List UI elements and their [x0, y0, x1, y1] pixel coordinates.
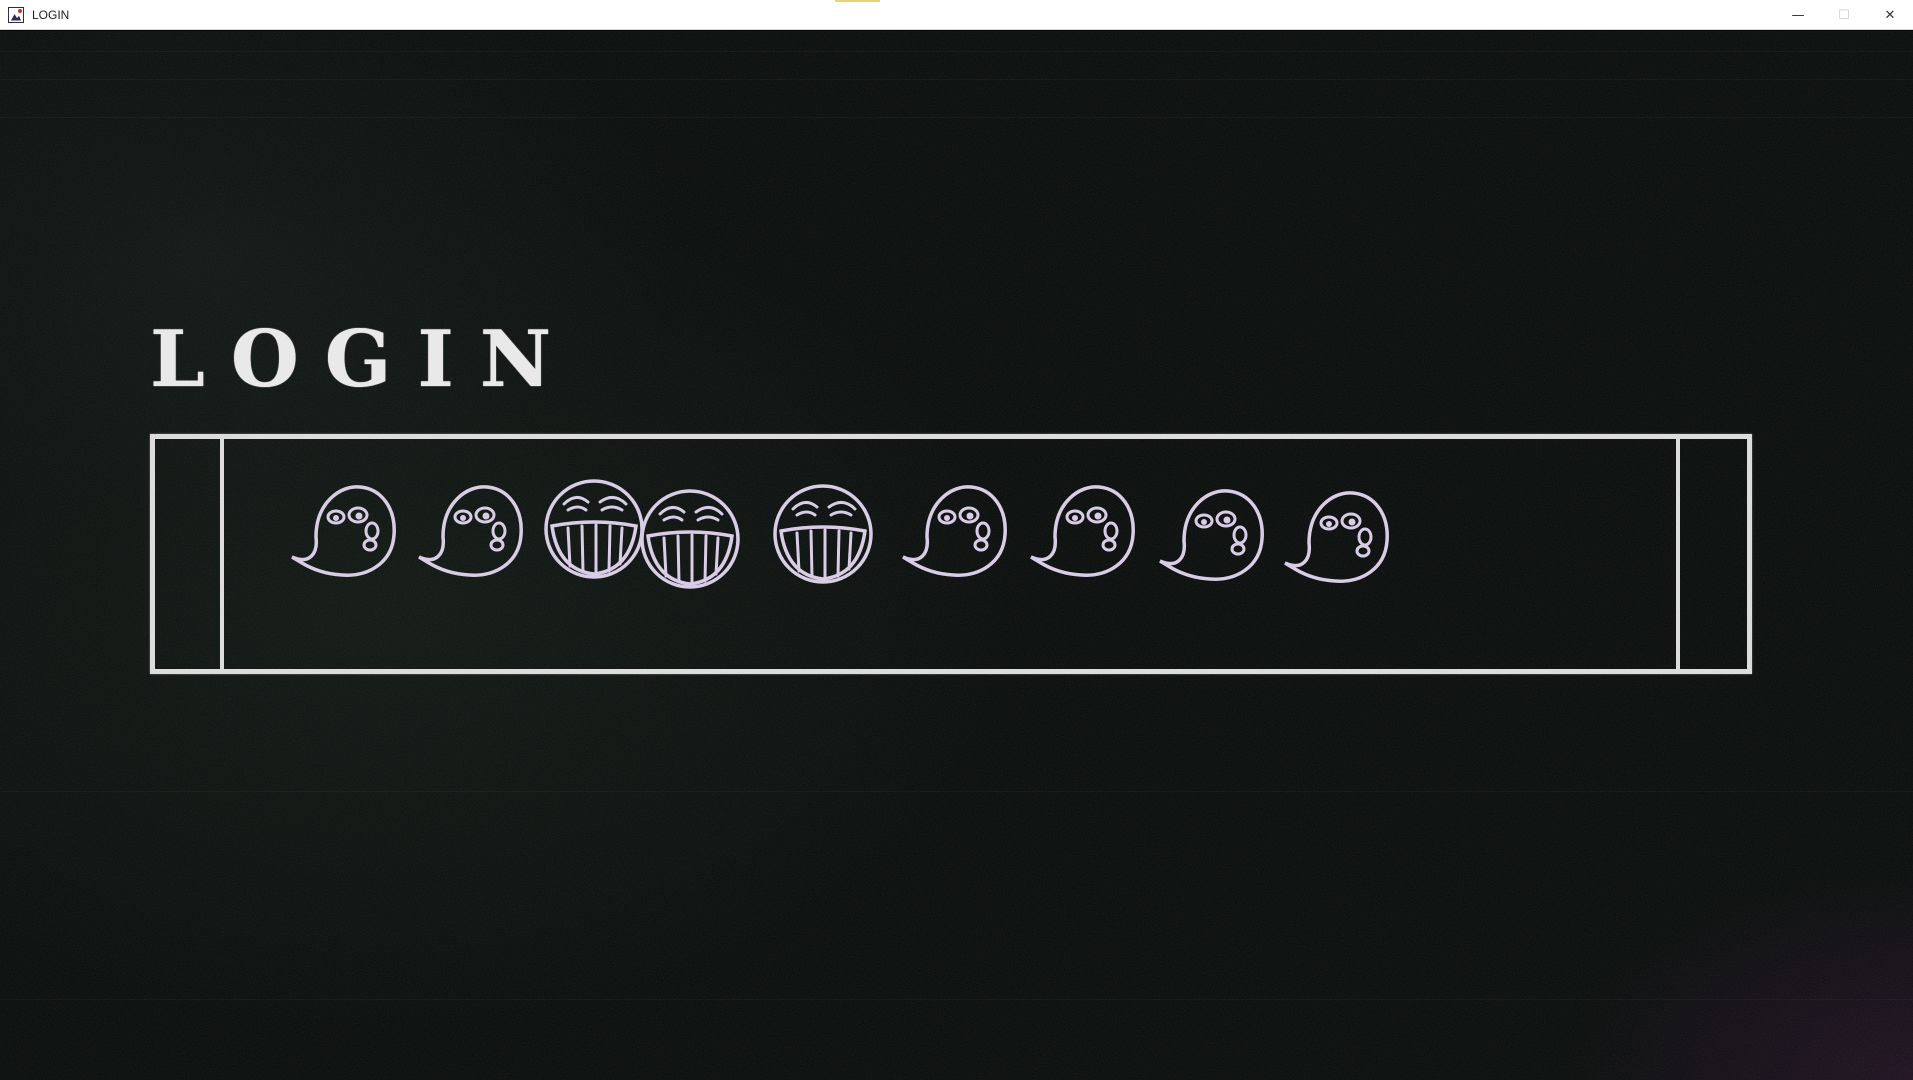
grin-face-icon — [773, 484, 873, 584]
password-input[interactable] — [150, 434, 1752, 674]
input-right-divider — [1676, 439, 1680, 669]
scanline — [0, 117, 1913, 118]
close-button[interactable]: ✕ — [1867, 0, 1913, 30]
input-left-divider — [220, 439, 224, 669]
ghost-face-icon — [291, 485, 396, 577]
ghost-face-icon — [1030, 485, 1135, 577]
grin-face-icon — [640, 489, 740, 589]
minimize-button[interactable]: — — [1775, 0, 1821, 30]
window-title: LOGIN — [32, 7, 70, 22]
title-accent-line — [835, 0, 880, 2]
ghost-face-icon — [418, 485, 523, 577]
scanline — [0, 791, 1913, 792]
window-controls: — ☐ ✕ — [1775, 0, 1913, 30]
maximize-button[interactable]: ☐ — [1821, 0, 1867, 30]
ghost-face-icon — [1159, 489, 1264, 581]
scanline — [0, 79, 1913, 80]
scanline — [0, 999, 1913, 1000]
login-screen: LOGIN — [0, 31, 1913, 1080]
title-bar: LOGIN — ☐ ✕ — [0, 0, 1913, 30]
ghost-face-icon — [902, 485, 1007, 577]
ghost-face-icon — [1284, 491, 1389, 583]
app-icon — [8, 6, 24, 23]
login-heading: LOGIN — [150, 314, 578, 405]
scanline — [0, 51, 1913, 52]
